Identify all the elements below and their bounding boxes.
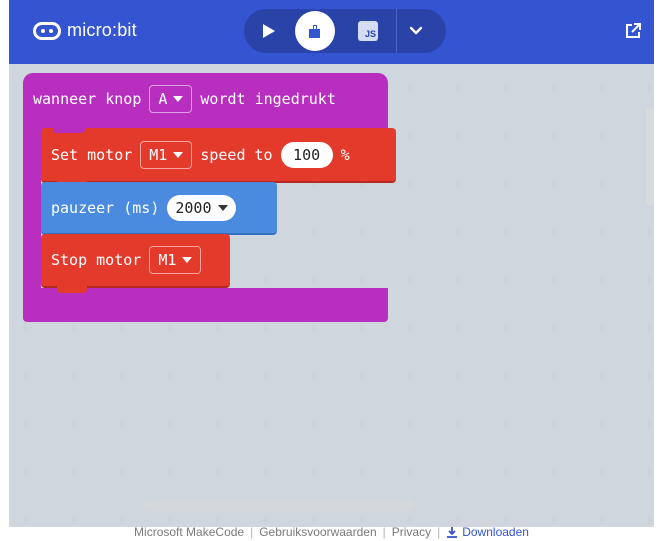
block-tab <box>57 286 87 293</box>
brand-name: micro:bit <box>67 20 137 40</box>
dropdown-arrow-icon <box>173 151 184 158</box>
footer-link-terms[interactable]: Gebruiksvoorwaarden <box>259 525 376 539</box>
motor-select-value: M1 <box>149 145 168 164</box>
button-select-value: A <box>158 90 168 108</box>
event-suffix-label: wordt ingedrukt <box>200 90 336 108</box>
play-icon <box>263 24 275 38</box>
set-motor-label: Set motor <box>51 145 133 164</box>
simulator-button[interactable] <box>256 18 282 44</box>
footer-link-privacy[interactable]: Privacy <box>392 525 431 539</box>
speed-unit-label: % <box>340 145 350 164</box>
footer-separator: | <box>382 525 386 539</box>
button-pressed-event-block[interactable]: wanneer knop A wordt ingedrukt <box>23 73 388 131</box>
pause-label: pauzeer (ms) <box>51 198 160 217</box>
download-label: Downloaden <box>462 525 529 539</box>
footer-link-makecode[interactable]: Microsoft MakeCode <box>134 525 244 539</box>
pause-duration-dropdown[interactable]: 2000 <box>167 194 236 221</box>
language-dropdown-button[interactable] <box>404 19 428 43</box>
footer-separator: | <box>437 525 441 539</box>
horizontal-scrollbar[interactable] <box>143 499 415 511</box>
event-block-side <box>23 131 41 291</box>
blocks-icon <box>309 25 320 38</box>
dropdown-arrow-icon <box>173 96 184 102</box>
set-motor-block[interactable]: Set motor M1 speed to 100 % <box>41 127 396 188</box>
stop-motor-block[interactable]: Stop motor M1 <box>41 234 230 293</box>
vertical-scrollbar[interactable] <box>646 108 654 206</box>
makecode-editor: micro:bit JS wanneer knop A wordt ingedr… <box>0 0 663 541</box>
editor-toggle: JS <box>244 9 446 53</box>
footer-download-link[interactable]: Downloaden <box>446 525 529 539</box>
stop-motor-label: Stop motor <box>51 251 142 269</box>
footer-separator: | <box>250 525 254 539</box>
footer: Microsoft MakeCode | Gebruiksvoorwaarden… <box>0 523 663 541</box>
toggle-divider <box>396 9 397 53</box>
pause-block[interactable]: pauzeer (ms) 2000 <box>41 182 277 235</box>
top-bar: micro:bit JS <box>9 0 654 64</box>
external-link-icon <box>626 23 641 38</box>
speed-label: speed to <box>200 145 273 164</box>
download-icon <box>447 527 458 538</box>
javascript-editor-button[interactable]: JS <box>358 21 378 41</box>
blocks-editor-button[interactable] <box>295 11 335 51</box>
button-select-dropdown[interactable]: A <box>149 85 193 113</box>
dropdown-arrow-icon <box>217 204 228 211</box>
event-prefix-label: wanneer knop <box>33 90 142 108</box>
javascript-icon: JS <box>364 29 376 39</box>
dropdown-arrow-icon <box>182 257 193 263</box>
open-external-button[interactable] <box>624 22 642 40</box>
speed-input[interactable]: 100 <box>280 141 333 168</box>
pause-duration-value: 2000 <box>175 198 212 217</box>
event-block-footer <box>23 288 388 322</box>
motor-select-dropdown[interactable]: M1 <box>140 140 193 169</box>
microbit-logo-icon <box>33 21 61 40</box>
stop-motor-select-dropdown[interactable]: M1 <box>149 246 202 274</box>
brand-logo[interactable]: micro:bit <box>33 20 137 41</box>
speed-value: 100 <box>293 145 321 164</box>
chevron-down-icon <box>409 26 423 35</box>
stop-motor-select-value: M1 <box>158 251 177 269</box>
